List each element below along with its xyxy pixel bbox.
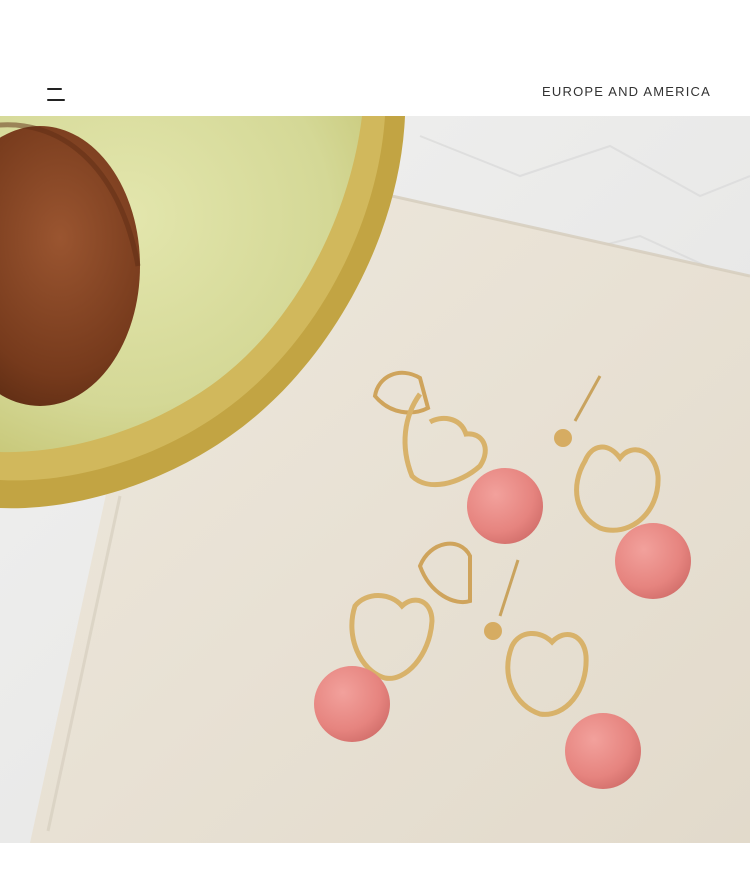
- page-header: EUROPE AND AMERICA: [0, 72, 750, 116]
- pompom: [314, 666, 390, 742]
- pompom: [467, 468, 543, 544]
- menu-icon-line: [47, 88, 62, 90]
- menu-icon-line: [47, 99, 65, 101]
- brand-label: EUROPE AND AMERICA: [542, 84, 711, 99]
- menu-icon[interactable]: [44, 84, 68, 106]
- product-photo: [0, 116, 750, 843]
- product-photo-illustration: [0, 116, 750, 843]
- pompom: [615, 523, 691, 599]
- product-detail-page: EUROPE AND AMERICA: [0, 0, 750, 885]
- pompom: [565, 713, 641, 789]
